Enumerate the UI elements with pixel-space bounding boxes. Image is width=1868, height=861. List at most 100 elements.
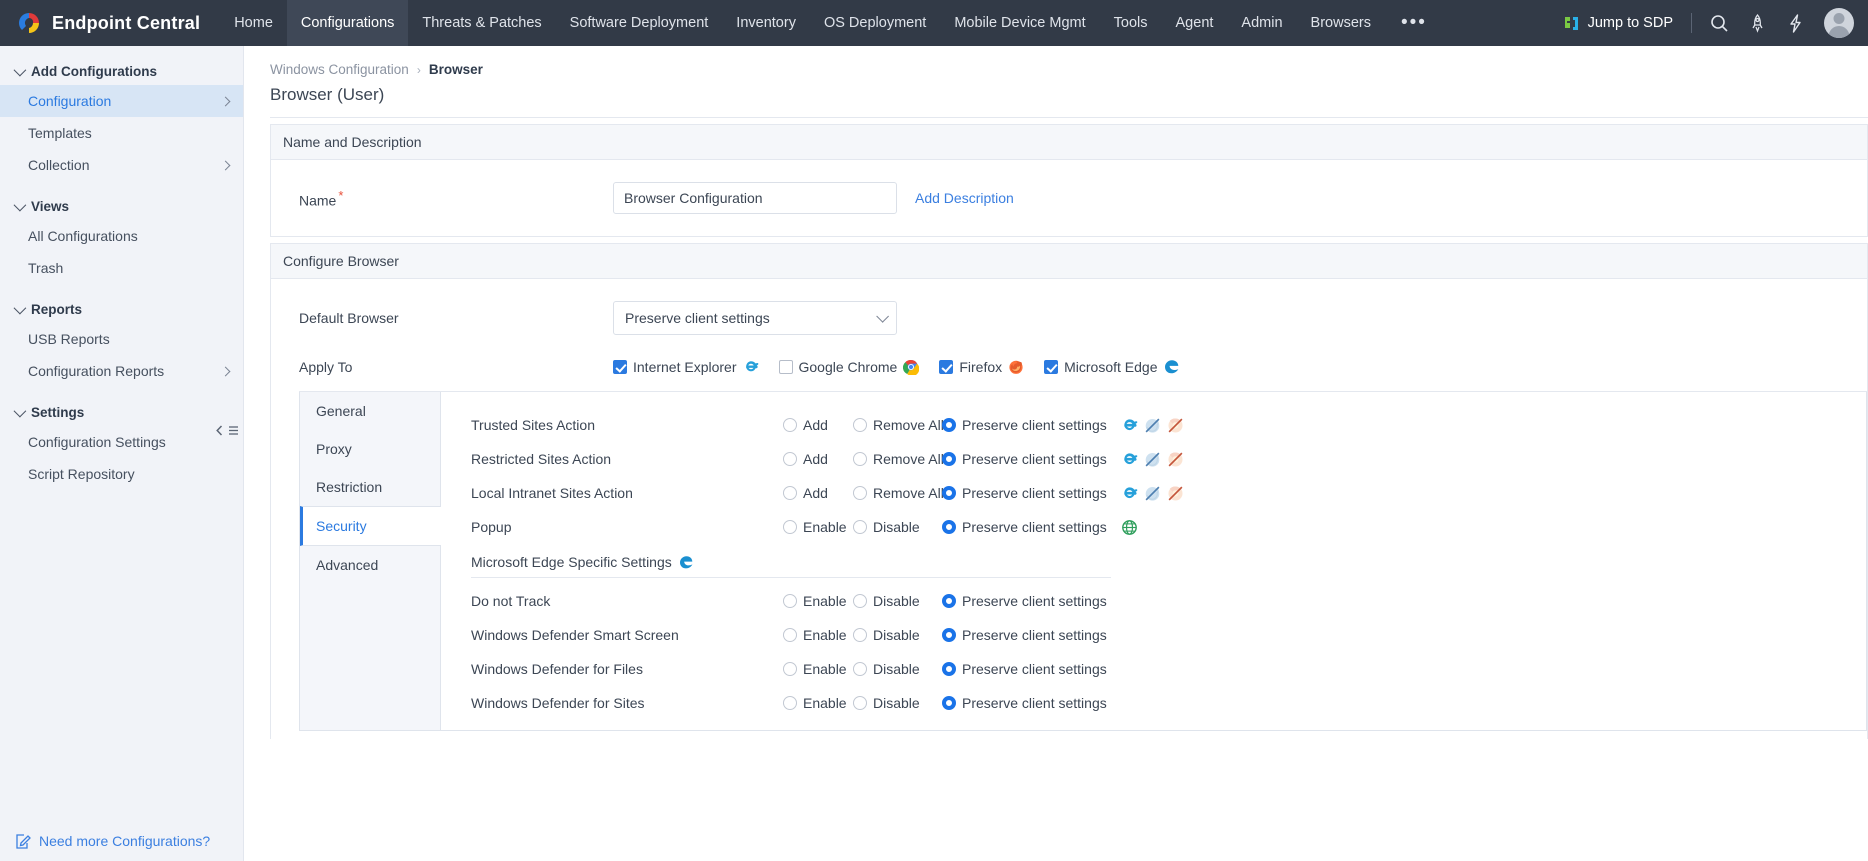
radio-enable[interactable]: Enable <box>783 593 853 609</box>
radio-add[interactable]: Add <box>783 451 853 467</box>
nav-item-os-deployment[interactable]: OS Deployment <box>810 0 940 46</box>
name-row: Name* Add Description <box>271 182 1867 214</box>
radio-button[interactable] <box>942 594 956 608</box>
radio-button[interactable] <box>783 452 797 466</box>
radio-add[interactable]: Add <box>783 417 853 433</box>
radio-button[interactable] <box>853 520 867 534</box>
apply-to-microsoft-edge[interactable]: Microsoft Edge <box>1044 359 1179 375</box>
sidebar-item-usb-reports[interactable]: USB Reports <box>0 323 243 355</box>
tab-proxy[interactable]: Proxy <box>300 430 440 468</box>
apply-to-firefox[interactable]: Firefox <box>939 359 1024 375</box>
search-icon[interactable] <box>1700 4 1738 42</box>
avatar[interactable] <box>1824 8 1854 38</box>
nav-item-software-deployment[interactable]: Software Deployment <box>556 0 723 46</box>
sidebar-item-script-repository[interactable]: Script Repository <box>0 458 243 490</box>
radio-button[interactable] <box>783 520 797 534</box>
radio-preserve-client-settings[interactable]: Preserve client settings <box>942 627 1107 643</box>
add-description-link[interactable]: Add Description <box>915 190 1014 206</box>
radio-disable[interactable]: Disable <box>853 661 942 677</box>
radio-button[interactable] <box>853 662 867 676</box>
radio-button[interactable] <box>853 594 867 608</box>
radio-button[interactable] <box>942 662 956 676</box>
radio-button[interactable] <box>783 696 797 710</box>
need-more-configurations-link[interactable]: Need more Configurations? <box>0 833 243 849</box>
checkbox[interactable] <box>1044 360 1058 374</box>
radio-button[interactable] <box>942 696 956 710</box>
radio-remove-all[interactable]: Remove All <box>853 485 942 501</box>
radio-remove-all[interactable]: Remove All <box>853 451 942 467</box>
sidebar-group-header-reports[interactable]: Reports <box>0 296 243 323</box>
radio-button[interactable] <box>783 594 797 608</box>
radio-preserve-client-settings[interactable]: Preserve client settings <box>942 519 1107 535</box>
radio-button[interactable] <box>783 628 797 642</box>
sidebar-item-all-configurations[interactable]: All Configurations <box>0 220 243 252</box>
sidebar-group-header-add-configurations[interactable]: Add Configurations <box>0 58 243 85</box>
radio-enable[interactable]: Enable <box>783 519 853 535</box>
radio-disable[interactable]: Disable <box>853 519 942 535</box>
breadcrumb-parent[interactable]: Windows Configuration <box>270 62 409 77</box>
radio-button[interactable] <box>853 486 867 500</box>
apply-to-google-chrome[interactable]: Google Chrome <box>779 359 920 375</box>
radio-preserve-client-settings[interactable]: Preserve client settings <box>942 485 1107 501</box>
sidebar-item-configuration-reports[interactable]: Configuration Reports <box>0 355 243 387</box>
tab-restriction[interactable]: Restriction <box>300 468 440 506</box>
sidebar-item-configuration-settings[interactable]: Configuration Settings <box>0 426 243 458</box>
radio-enable[interactable]: Enable <box>783 661 853 677</box>
brand[interactable]: Endpoint Central <box>0 0 220 46</box>
rocket-icon[interactable] <box>1738 4 1776 42</box>
checkbox[interactable] <box>939 360 953 374</box>
name-input[interactable] <box>613 182 897 214</box>
nav-item-mobile-device-mgmt[interactable]: Mobile Device Mgmt <box>940 0 1099 46</box>
bolt-icon[interactable] <box>1776 4 1814 42</box>
radio-button[interactable] <box>853 696 867 710</box>
radio-button[interactable] <box>942 486 956 500</box>
radio-button[interactable] <box>942 520 956 534</box>
checkbox[interactable] <box>613 360 627 374</box>
radio-button[interactable] <box>783 486 797 500</box>
nav-item-inventory[interactable]: Inventory <box>722 0 810 46</box>
sidebar-item-trash[interactable]: Trash <box>0 252 243 284</box>
radio-button[interactable] <box>942 452 956 466</box>
tab-advanced[interactable]: Advanced <box>300 546 440 584</box>
nav-item-home[interactable]: Home <box>220 0 287 46</box>
radio-preserve-client-settings[interactable]: Preserve client settings <box>942 695 1107 711</box>
radio-preserve-client-settings[interactable]: Preserve client settings <box>942 661 1107 677</box>
radio-disable[interactable]: Disable <box>853 593 942 609</box>
radio-button[interactable] <box>853 628 867 642</box>
radio-preserve-client-settings[interactable]: Preserve client settings <box>942 417 1107 433</box>
nav-item-threats-patches[interactable]: Threats & Patches <box>408 0 555 46</box>
nav-item-tools[interactable]: Tools <box>1100 0 1162 46</box>
radio-button[interactable] <box>853 452 867 466</box>
more-menu-button[interactable]: ••• <box>1385 0 1443 46</box>
radio-disable[interactable]: Disable <box>853 695 942 711</box>
radio-preserve-client-settings[interactable]: Preserve client settings <box>942 451 1107 467</box>
radio-button[interactable] <box>783 662 797 676</box>
sidebar-group-header-views[interactable]: Views <box>0 193 243 220</box>
sidebar-collapse-button[interactable] <box>214 424 239 437</box>
radio-remove-all[interactable]: Remove All <box>853 417 942 433</box>
radio-button[interactable] <box>942 628 956 642</box>
radio-enable[interactable]: Enable <box>783 627 853 643</box>
checkbox[interactable] <box>779 360 793 374</box>
radio-button[interactable] <box>942 418 956 432</box>
radio-button[interactable] <box>853 418 867 432</box>
sidebar-item-collection[interactable]: Collection <box>0 149 243 181</box>
radio-preserve-client-settings[interactable]: Preserve client settings <box>942 593 1107 609</box>
apply-to-internet-explorer[interactable]: Internet Explorer <box>613 359 759 375</box>
nav-item-admin[interactable]: Admin <box>1227 0 1296 46</box>
sidebar-item-configuration[interactable]: Configuration <box>0 85 243 117</box>
radio-disable[interactable]: Disable <box>853 627 942 643</box>
sidebar-item-templates[interactable]: Templates <box>0 117 243 149</box>
radio-add[interactable]: Add <box>783 485 853 501</box>
nav-item-configurations[interactable]: Configurations <box>287 0 409 46</box>
sidebar-group-header-settings[interactable]: Settings <box>0 399 243 426</box>
radio-button[interactable] <box>783 418 797 432</box>
nav-item-agent[interactable]: Agent <box>1162 0 1228 46</box>
default-browser-select[interactable]: Preserve client settings <box>613 301 897 335</box>
jump-to-sdp-button[interactable]: Jump to SDP <box>1554 15 1683 32</box>
tab-general[interactable]: General <box>300 392 440 430</box>
radio-label: Preserve client settings <box>962 451 1107 467</box>
radio-enable[interactable]: Enable <box>783 695 853 711</box>
nav-item-browsers[interactable]: Browsers <box>1297 0 1385 46</box>
tab-security[interactable]: Security <box>300 506 441 546</box>
